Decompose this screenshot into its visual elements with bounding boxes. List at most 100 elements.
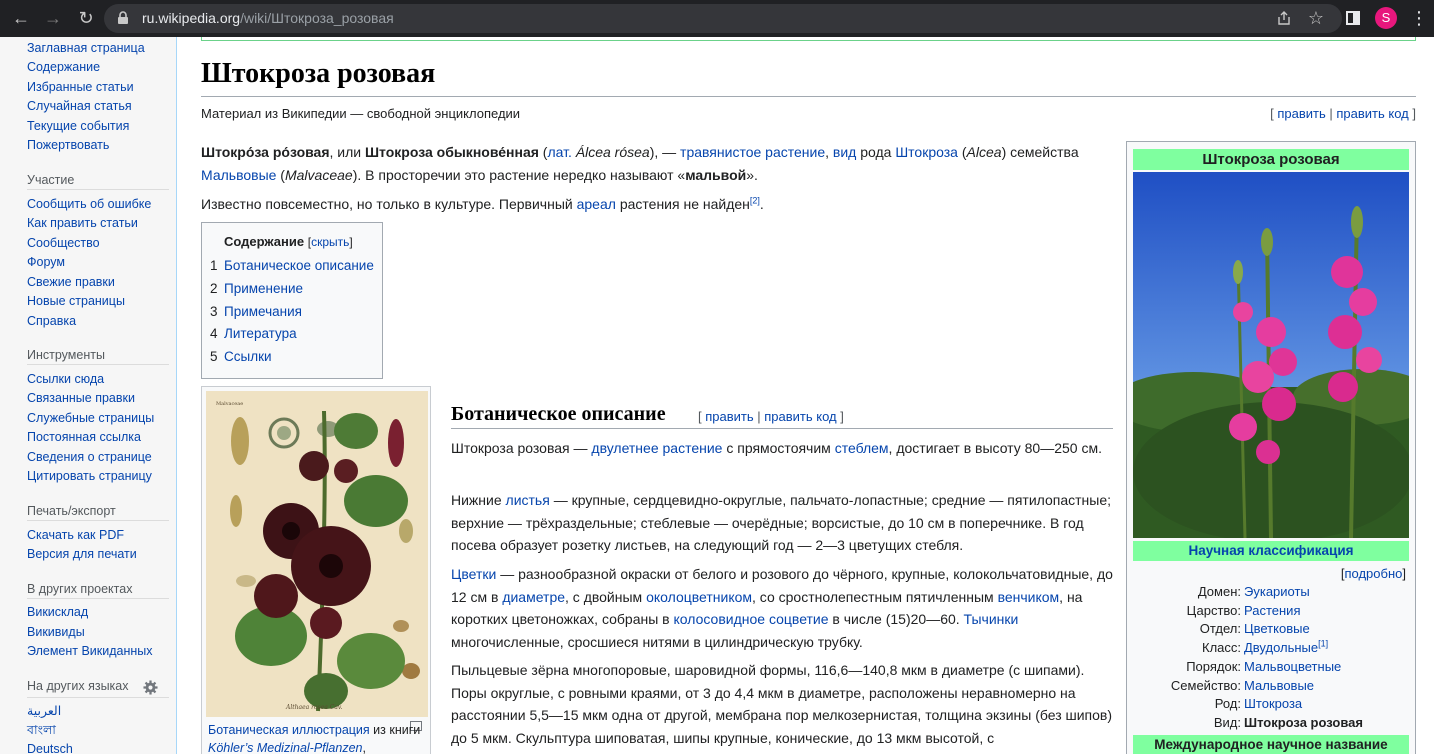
- sidebar-divider: [27, 697, 169, 698]
- sidebar-link-contents[interactable]: Содержание: [27, 60, 100, 74]
- botanical-paragraph-2: Нижние листья — крупные, сердцевидно-окр…: [451, 492, 1112, 553]
- caption-link[interactable]: Ботаническая иллюстрация: [208, 723, 370, 737]
- notice-box-bottom: [201, 37, 1416, 41]
- svg-text:Althaea rosea Cav.: Althaea rosea Cav.: [285, 704, 343, 711]
- taxon-row: Порядок: Мальвоцветные: [1186, 659, 1342, 674]
- section-edit-link[interactable]: править: [705, 409, 753, 424]
- sidebar-link-cite[interactable]: Цитировать страницу: [27, 469, 152, 483]
- sidebar-link-what-links-here[interactable]: Ссылки сюда: [27, 372, 104, 386]
- range-link[interactable]: ареал: [577, 196, 616, 212]
- infobox-photo[interactable]: [1133, 172, 1409, 538]
- species-link[interactable]: вид: [833, 144, 856, 160]
- leaves-link[interactable]: листья: [506, 492, 550, 508]
- spike-inflorescence-link[interactable]: колосовидное соцветие: [674, 611, 829, 627]
- sidebar-heading-print: Печать/экспорт: [27, 504, 116, 518]
- site-tagline: Материал из Википедии — свободной энцикл…: [201, 106, 521, 121]
- sidebar-heading-participation: Участие: [27, 173, 75, 187]
- edit-link[interactable]: править: [1277, 106, 1325, 121]
- taxon-link[interactable]: Мальвоцветные: [1244, 659, 1341, 674]
- sidebar-heading-tools: Инструменты: [27, 348, 105, 362]
- detail-link[interactable]: подробно: [1344, 566, 1402, 581]
- intro-paragraph: Штокро́за ро́зовая, или Штокроза обыкнов…: [201, 144, 1079, 183]
- sidebar-link-new-pages[interactable]: Новые страницы: [27, 294, 125, 308]
- toc-item[interactable]: 2 Применение: [210, 281, 303, 296]
- sidebar-link-random[interactable]: Случайная статья: [27, 99, 132, 113]
- forward-icon[interactable]: →: [41, 6, 65, 30]
- page-title: Штокроза розовая: [201, 58, 436, 89]
- sidebar-link-recent-changes[interactable]: Свежие правки: [27, 275, 115, 289]
- herb-link[interactable]: травянистое растение: [680, 144, 825, 160]
- family-link[interactable]: Мальвовые: [201, 167, 276, 183]
- sidebar-link-commons[interactable]: Викисклад: [27, 605, 88, 619]
- sidebar-link-lang-german[interactable]: Deutsch: [27, 742, 73, 754]
- taxon-row: Домен: Эукариоты: [1197, 584, 1310, 599]
- botanical-paragraph-1: Штокроза розовая — двулетнее растение с …: [451, 440, 1102, 456]
- stamens-link[interactable]: Тычинки: [964, 611, 1019, 627]
- sidebar-link-featured[interactable]: Избранные статьи: [27, 80, 134, 94]
- toc-item[interactable]: 4 Литература: [210, 326, 297, 341]
- sidebar-link-related-changes[interactable]: Связанные правки: [27, 391, 135, 405]
- taxon-link[interactable]: Цветковые: [1244, 621, 1310, 636]
- sidebar-link-permanent-link[interactable]: Постоянная ссылка: [27, 430, 141, 444]
- browser-toolbar: ← → ↻ ru.wikipedia.org/wiki/Штокроза_роз…: [0, 0, 1434, 37]
- toc-item[interactable]: 5 Ссылки: [210, 349, 272, 364]
- table-of-contents: Содержание [скрыть] 1 Ботаническое описан…: [201, 222, 383, 379]
- taxon-link[interactable]: Двудольные[1]: [1244, 639, 1328, 655]
- toc-item[interactable]: 3 Примечания: [210, 304, 302, 319]
- sidebar-link-lang-arabic[interactable]: العربية: [27, 703, 61, 718]
- gear-icon[interactable]: [143, 680, 158, 695]
- sidebar-link-community[interactable]: Сообщество: [27, 236, 100, 250]
- sidebar-link-special-pages[interactable]: Служебные страницы: [27, 411, 154, 425]
- sidebar-link-help[interactable]: Справка: [27, 314, 76, 328]
- flowers-link[interactable]: Цветки: [451, 566, 496, 582]
- sidebar-link-page-info[interactable]: Сведения о странице: [27, 450, 152, 464]
- taxon-value: Штокроза розовая: [1244, 715, 1363, 730]
- biennial-link[interactable]: двулетнее растение: [591, 440, 722, 456]
- taxon-row: Царство: Растения: [1186, 603, 1301, 618]
- edit-code-link[interactable]: править код: [1336, 106, 1408, 121]
- latin-link[interactable]: лат.: [547, 144, 571, 160]
- genus-link[interactable]: Штокроза: [895, 144, 958, 160]
- sidebar-link-wikidata[interactable]: Элемент Викиданных: [27, 644, 153, 658]
- address-bar[interactable]: ru.wikipedia.org/wiki/Штокроза_розовая ☆: [104, 4, 1342, 33]
- taxon-link[interactable]: Эукариоты: [1244, 584, 1310, 599]
- sidebar-link-wikispecies[interactable]: Викивиды: [27, 625, 85, 639]
- sidebar-link-main-page[interactable]: Заглавная страница: [27, 41, 145, 55]
- diameter-link[interactable]: диаметре: [502, 589, 565, 605]
- sidebar-link-donate[interactable]: Пожертвовать: [27, 138, 109, 152]
- footnote-2-link[interactable]: [2]: [750, 195, 760, 205]
- sidebar-link-lang-bengali[interactable]: বাংলা: [27, 722, 56, 742]
- taxon-link[interactable]: Растения: [1244, 603, 1301, 618]
- bookmark-star-icon[interactable]: ☆: [1308, 7, 1324, 29]
- taxon-link[interactable]: Мальвовые: [1244, 678, 1314, 693]
- taxon-row: Класс: Двудольные[1]: [1202, 638, 1329, 655]
- section-edit-code-link[interactable]: править код: [764, 409, 836, 424]
- sidebar-link-forum[interactable]: Форум: [27, 255, 65, 269]
- menu-kebab-icon[interactable]: ⋮: [1410, 6, 1428, 30]
- share-icon[interactable]: [1276, 10, 1292, 26]
- corolla-link[interactable]: венчиком: [998, 589, 1060, 605]
- toc-hide-link[interactable]: скрыть: [311, 235, 349, 249]
- taxobox: Штокроза розовая Научная классификация […: [1126, 141, 1416, 754]
- sidebar-divider: [27, 520, 169, 521]
- taxon-link[interactable]: Штокроза: [1244, 696, 1302, 711]
- profile-avatar[interactable]: S: [1375, 7, 1397, 29]
- classification-header-link[interactable]: Научная классификация: [1133, 541, 1409, 561]
- back-icon[interactable]: ←: [9, 6, 33, 30]
- toc-item[interactable]: 1 Ботаническое описание: [210, 258, 374, 273]
- book-link[interactable]: Köhler’s Medizinal-Pflanzen: [208, 741, 362, 754]
- perianth-link[interactable]: околоцветником: [646, 589, 752, 605]
- sidebar-link-report-error[interactable]: Сообщить об ошибке: [27, 197, 151, 211]
- stem-link[interactable]: стеблем: [835, 440, 889, 456]
- sidebar-link-download-pdf[interactable]: Скачать как PDF: [27, 528, 124, 542]
- lock-icon: [118, 11, 128, 24]
- sidebar-link-how-to-edit[interactable]: Как править статьи: [27, 216, 138, 230]
- illustration-thumbnail: Althaea rosea Cav. Malvaceae Ботаническа…: [201, 386, 431, 754]
- reload-icon[interactable]: ↻: [74, 6, 98, 30]
- botanical-illustration-image[interactable]: Althaea rosea Cav. Malvaceae: [206, 391, 428, 717]
- botanical-paragraph-3: Цветки — разнообразной окраски от белого…: [451, 566, 1113, 650]
- sidebar-link-printable[interactable]: Версия для печати: [27, 547, 137, 561]
- side-panel-icon[interactable]: [1346, 11, 1360, 25]
- svg-text:Malvaceae: Malvaceae: [216, 401, 243, 407]
- sidebar-link-current-events[interactable]: Текущие события: [27, 119, 129, 133]
